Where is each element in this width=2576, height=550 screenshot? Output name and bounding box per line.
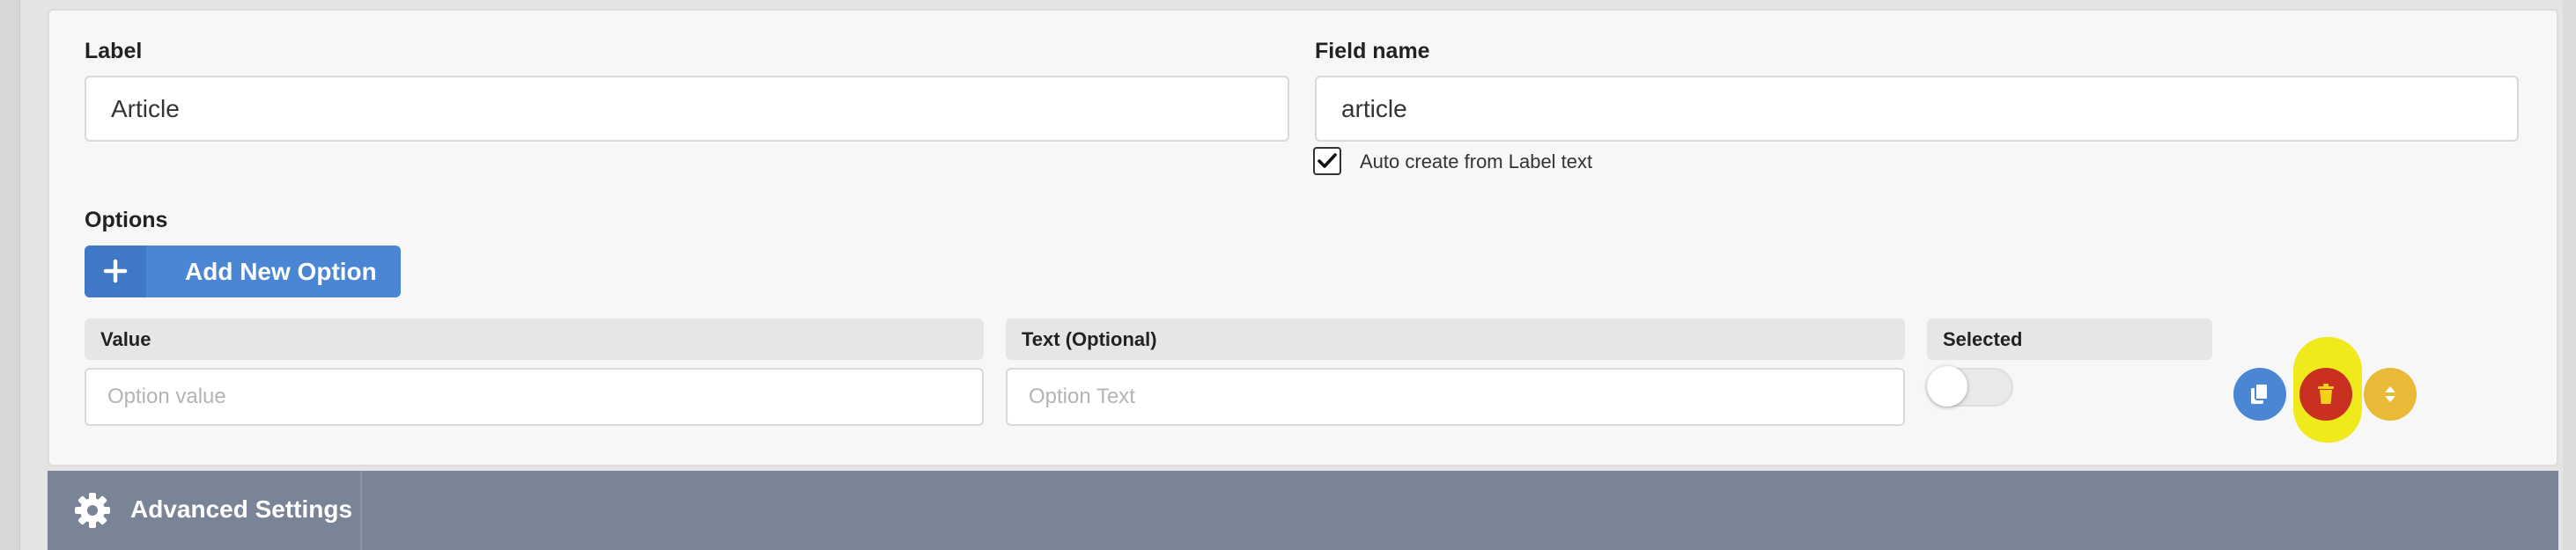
right-gutter: [2563, 0, 2576, 550]
toggle-knob: [1927, 366, 1967, 407]
checkmark-icon: [1318, 153, 1337, 168]
auto-create-label: Auto create from Label text: [1360, 150, 1593, 172]
option-text-input[interactable]: [1006, 368, 1905, 426]
gear-icon: [75, 493, 110, 528]
auto-create-checkbox[interactable]: [1313, 147, 1341, 175]
option-value-input[interactable]: [85, 368, 984, 426]
delete-option-button[interactable]: [2299, 368, 2352, 421]
value-column-header: Value: [85, 319, 984, 360]
plus-icon: [103, 259, 128, 283]
add-new-option-button[interactable]: Add New Option: [85, 246, 401, 297]
selected-toggle[interactable]: [1927, 366, 2013, 407]
advanced-settings-tab[interactable]: Advanced Settings: [48, 471, 362, 550]
add-new-option-label: Add New Option: [185, 258, 377, 285]
copy-icon: [2251, 383, 2269, 404]
label-input[interactable]: [85, 76, 1289, 142]
plus-icon-box: [85, 246, 146, 297]
move-option-button[interactable]: [2364, 368, 2417, 421]
selected-column-header: Selected: [1927, 319, 2212, 360]
field-name-label: Field name: [1315, 39, 1430, 63]
advanced-settings-label: Advanced Settings: [130, 495, 353, 523]
trash-icon: [2318, 384, 2334, 404]
advanced-settings-bar: Advanced Settings: [48, 471, 2558, 550]
label-field-label: Label: [85, 39, 143, 63]
options-title: Options: [85, 208, 168, 232]
sort-icon: [2385, 386, 2395, 402]
field-name-input[interactable]: [1315, 76, 2519, 142]
text-column-header: Text (Optional): [1006, 319, 1905, 360]
duplicate-option-button[interactable]: [2233, 368, 2286, 421]
left-gutter: [0, 0, 20, 550]
